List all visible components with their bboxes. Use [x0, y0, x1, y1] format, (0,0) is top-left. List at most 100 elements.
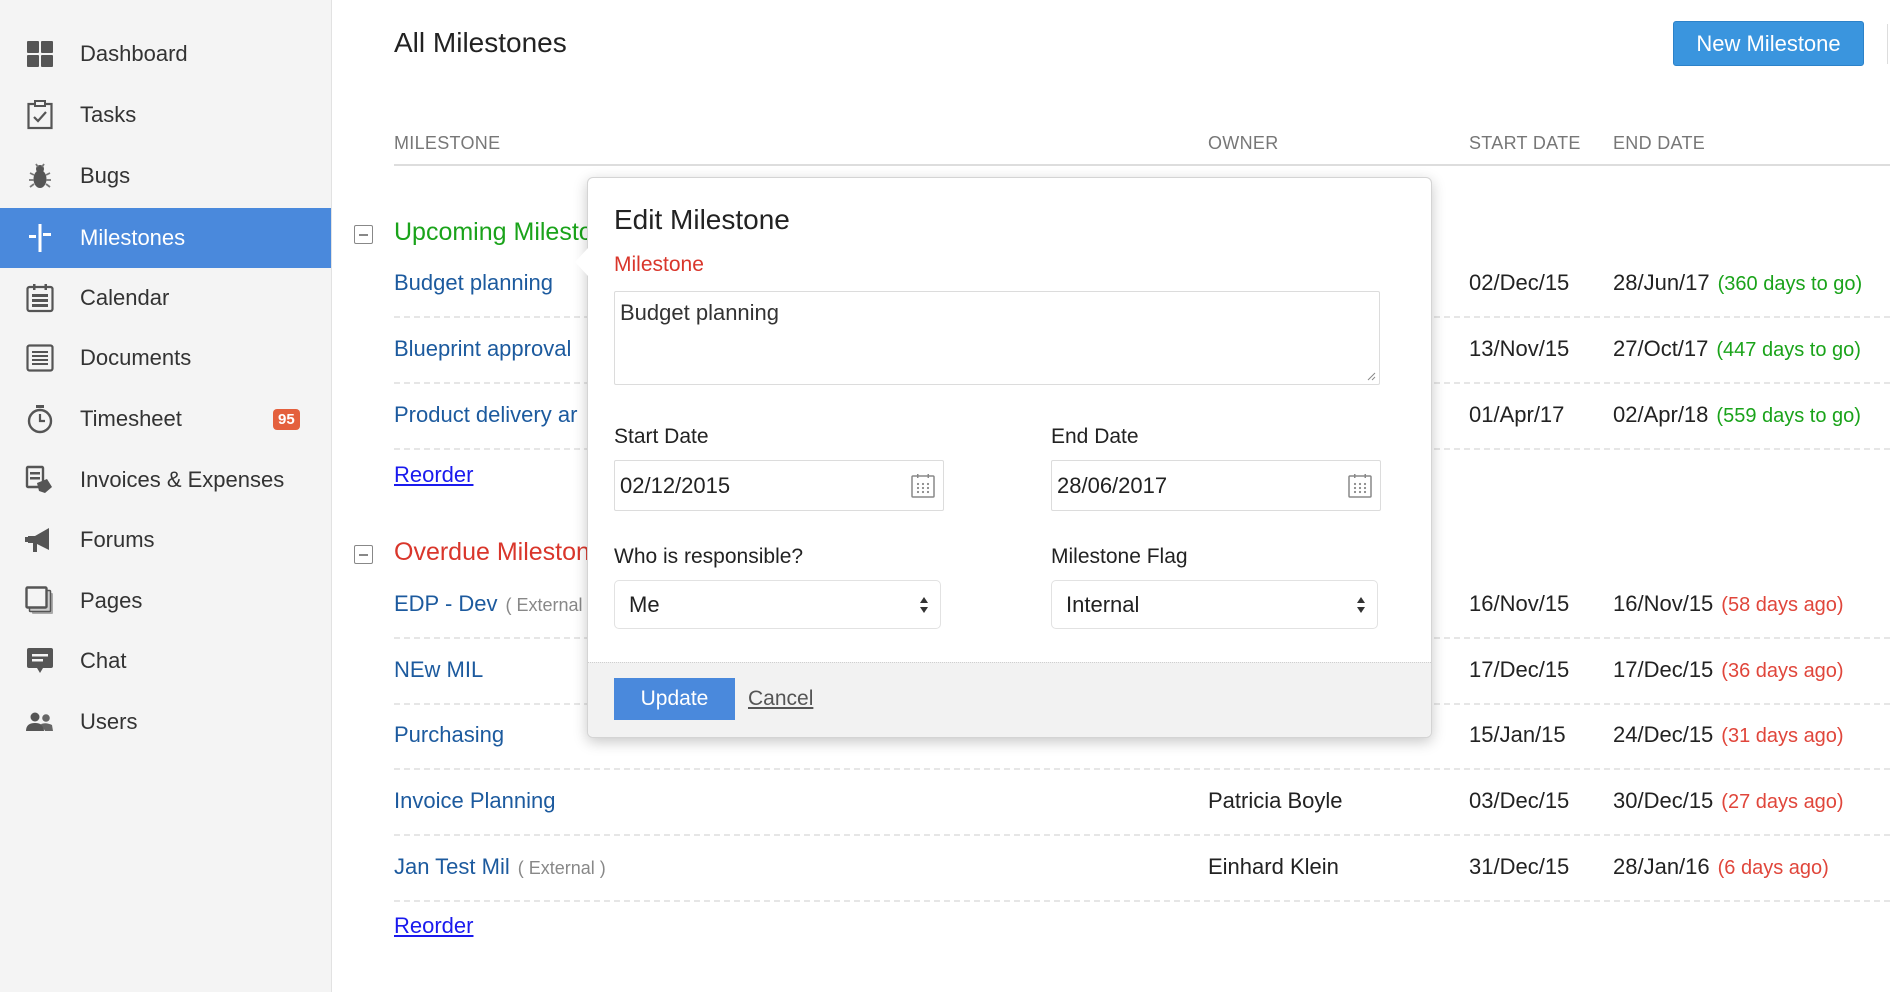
end-date: 27/Oct/17 (447 days to go): [1613, 336, 1861, 361]
documents-icon: [25, 343, 55, 373]
sidebar-item-pages[interactable]: Pages: [0, 571, 331, 631]
sidebar-item-timesheet[interactable]: Timesheet 95: [0, 389, 331, 449]
sidebar-item-label: Invoices & Expenses: [80, 467, 285, 492]
sidebar-item-label: Tasks: [80, 102, 137, 127]
end-date: 28/Jan/16 (6 days ago): [1613, 854, 1829, 879]
milestone-flag-select[interactable]: Internal: [1051, 580, 1378, 629]
timer-icon: [25, 404, 55, 434]
end-date: 28/Jun/17 (360 days to go): [1613, 270, 1863, 295]
invoice-icon: [25, 465, 55, 495]
milestone-name-textarea[interactable]: Budget planning: [614, 291, 1380, 385]
sidebar-item-label: Pages: [80, 588, 143, 613]
end-date: 17/Dec/15 (36 days ago): [1613, 657, 1844, 682]
calendar-picker-icon[interactable]: [910, 473, 936, 499]
start-date: 31/Dec/15: [1469, 854, 1570, 879]
timesheet-count-badge: 95: [273, 408, 300, 430]
start-date: 02/Dec/15: [1469, 270, 1570, 295]
reorder-upcoming-link[interactable]: Reorder: [394, 462, 473, 488]
sidebar-item-chat[interactable]: Chat: [0, 631, 331, 691]
toolbar-divider: [1887, 24, 1888, 64]
milestone-name-link[interactable]: NEw MIL: [394, 657, 483, 683]
sidebar-item-tasks[interactable]: Tasks: [0, 85, 331, 145]
days-remaining: (447 days to go): [1716, 339, 1861, 361]
owner-name: Patricia Boyle: [1208, 788, 1343, 813]
start-date: 13/Nov/15: [1469, 336, 1570, 361]
calendar-icon: [25, 283, 55, 313]
end-date-input[interactable]: 28/06/2017: [1051, 460, 1381, 511]
owner-name: Einhard Klein: [1208, 854, 1339, 879]
sidebar-item-forums[interactable]: Forums: [0, 510, 331, 570]
milestone-name-link[interactable]: Jan Test Mil( External ): [394, 854, 606, 880]
sidebar-item-calendar[interactable]: Calendar: [0, 268, 331, 328]
milestone-flag-label: Milestone Flag: [1051, 545, 1188, 568]
column-header-milestone[interactable]: MILESTONE: [394, 133, 500, 154]
table-row: Invoice Planning Patricia Boyle 03/Dec/1…: [394, 770, 1890, 836]
days-overdue: (6 days ago): [1717, 857, 1829, 879]
sidebar-item-label: Users: [80, 709, 138, 734]
row-divider: [394, 900, 1890, 902]
end-date: 02/Apr/18 (559 days to go): [1613, 402, 1861, 427]
sidebar-item-label: Milestones: [80, 225, 186, 250]
end-date: 16/Nov/15 (58 days ago): [1613, 591, 1844, 616]
start-date: 15/Jan/15: [1469, 722, 1566, 747]
group-title-overdue: Overdue Milestones: [394, 538, 617, 566]
column-header-end-date[interactable]: END DATE: [1613, 133, 1705, 154]
sidebar-item-users[interactable]: Users: [0, 692, 331, 752]
new-milestone-button[interactable]: New Milestone: [1673, 21, 1864, 66]
sidebar-item-label: Calendar: [80, 285, 170, 310]
sidebar-item-documents[interactable]: Documents: [0, 328, 331, 388]
popover-arrow: [575, 248, 588, 276]
end-date: 24/Dec/15 (31 days ago): [1613, 722, 1844, 747]
sidebar-item-milestones[interactable]: Milestones: [0, 208, 331, 268]
external-tag: ( External ): [505, 595, 594, 615]
select-arrows-icon: [1357, 597, 1365, 613]
external-tag: ( External ): [517, 858, 606, 878]
edit-milestone-dialog: Edit Milestone Milestone Budget planning…: [575, 177, 1432, 738]
collapse-overdue-toggle[interactable]: [354, 545, 373, 564]
sidebar-item-label: Bugs: [80, 163, 131, 188]
milestone-name-link[interactable]: Purchasing: [394, 722, 504, 748]
sidebar-item-bugs[interactable]: Bugs: [0, 146, 331, 206]
sidebar-item-label: Dashboard: [80, 41, 188, 66]
chat-icon: [25, 646, 55, 676]
milestone-name-link[interactable]: Blueprint approval: [394, 336, 571, 362]
bug-icon: [25, 161, 55, 191]
milestone-name-link[interactable]: Invoice Planning: [394, 788, 555, 814]
table-row: Jan Test Mil( External ) Einhard Klein 3…: [394, 836, 1890, 902]
pages-icon: [25, 586, 55, 616]
collapse-upcoming-toggle[interactable]: [354, 225, 373, 244]
milestone-name-link[interactable]: Budget planning: [394, 270, 553, 296]
milestone-label: Milestone: [614, 253, 704, 276]
start-date-input[interactable]: 02/12/2015: [614, 460, 944, 511]
days-overdue: (58 days ago): [1721, 594, 1844, 616]
sidebar-item-label: Chat: [80, 648, 127, 673]
sidebar-item-label: Documents: [80, 345, 192, 370]
days-overdue: (27 days ago): [1721, 791, 1844, 813]
end-date: 30/Dec/15 (27 days ago): [1613, 788, 1844, 813]
sidebar-item-label: Timesheet: [80, 406, 182, 431]
days-remaining: (360 days to go): [1717, 273, 1863, 295]
responsible-select[interactable]: Me: [614, 580, 941, 629]
cancel-link[interactable]: Cancel: [748, 687, 813, 711]
responsible-label: Who is responsible?: [614, 545, 804, 568]
dialog-title: Edit Milestone: [614, 204, 790, 235]
column-header-owner[interactable]: OWNER: [1208, 133, 1279, 154]
sidebar-item-label: Forums: [80, 527, 155, 552]
days-overdue: (36 days ago): [1721, 660, 1844, 682]
milestone-icon: [25, 223, 55, 253]
sidebar-item-invoices-expenses[interactable]: Invoices & Expenses: [0, 450, 331, 510]
page-title: All Milestones: [394, 27, 567, 58]
resize-handle-icon[interactable]: [1366, 371, 1376, 381]
reorder-overdue-link[interactable]: Reorder: [394, 913, 473, 939]
sidebar-item-dashboard[interactable]: Dashboard: [0, 24, 331, 84]
start-date-label: Start Date: [614, 425, 709, 448]
start-date: 17/Dec/15: [1469, 657, 1570, 682]
calendar-picker-icon[interactable]: [1347, 473, 1373, 499]
start-date: 03/Dec/15: [1469, 788, 1570, 813]
column-header-start-date[interactable]: START DATE: [1469, 133, 1581, 154]
milestone-name-link[interactable]: Product delivery ar: [394, 402, 577, 428]
users-icon: [25, 707, 55, 737]
update-button[interactable]: Update: [614, 678, 735, 720]
start-date: 01/Apr/17: [1469, 402, 1565, 427]
milestone-name-link[interactable]: EDP - Dev( External ): [394, 591, 594, 617]
